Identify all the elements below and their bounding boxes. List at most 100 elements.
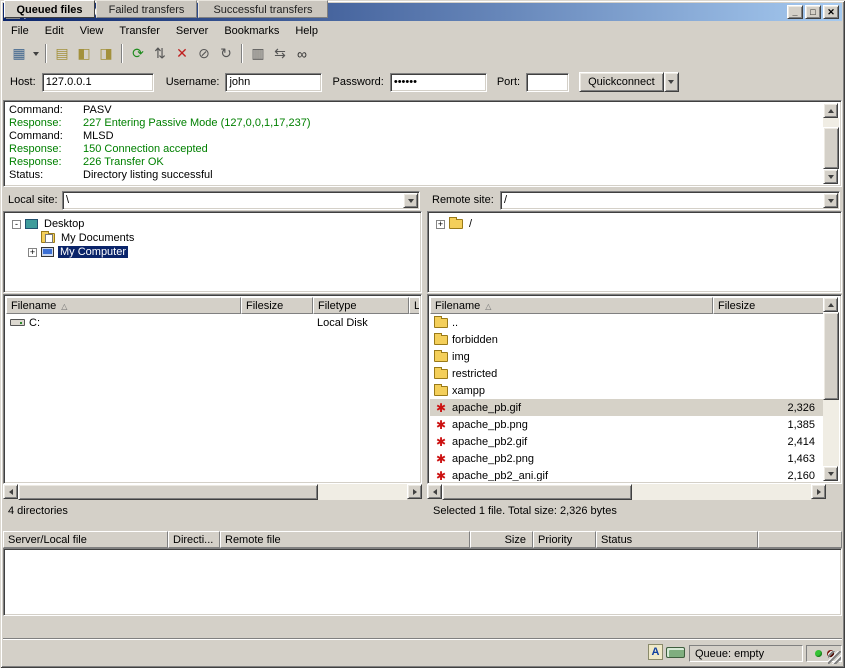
queue-column-server-local-file[interactable]: Server/Local file bbox=[3, 531, 168, 548]
column-header-last-modified[interactable]: L bbox=[409, 297, 419, 314]
directory-comparison-button[interactable]: ▥ bbox=[247, 43, 269, 65]
image-file-icon: ✱ bbox=[434, 419, 448, 431]
site-manager-dropdown-button[interactable] bbox=[30, 43, 41, 65]
tree-item-label: My Computer bbox=[58, 246, 128, 258]
menu-transfer[interactable]: Transfer bbox=[111, 22, 168, 40]
toggle-queue-button[interactable]: ◨ bbox=[95, 43, 117, 65]
remote-site-combo[interactable]: / bbox=[500, 191, 840, 210]
remote-list-hscrollbar[interactable] bbox=[427, 484, 826, 500]
disconnect-button[interactable]: ⊘ bbox=[193, 43, 215, 65]
collapse-icon[interactable]: - bbox=[12, 220, 21, 229]
scroll-down-button[interactable] bbox=[823, 466, 838, 481]
username-input[interactable] bbox=[225, 73, 322, 92]
tree-item-my-computer[interactable]: + My Computer bbox=[6, 245, 419, 259]
file-row-selected[interactable]: ✱apache_pb.gif2,326 bbox=[430, 399, 825, 416]
tree-item-label: / bbox=[467, 218, 474, 230]
image-file-icon: ✱ bbox=[434, 453, 448, 465]
menu-edit[interactable]: Edit bbox=[37, 22, 72, 40]
menu-view[interactable]: View bbox=[72, 22, 112, 40]
menu-bookmarks[interactable]: Bookmarks bbox=[216, 22, 287, 40]
scrollbar-thumb[interactable] bbox=[442, 484, 632, 500]
scroll-left-button[interactable] bbox=[427, 484, 442, 499]
folder-icon bbox=[434, 335, 448, 345]
file-row[interactable]: .. bbox=[430, 314, 825, 331]
remote-site-dropdown-button[interactable] bbox=[823, 193, 838, 208]
queue-column-direction[interactable]: Directi... bbox=[168, 531, 220, 548]
expand-icon[interactable]: + bbox=[28, 248, 37, 257]
cancel-button[interactable]: ✕ bbox=[171, 43, 193, 65]
file-size: 2,414 bbox=[713, 436, 819, 448]
log-scrollbar[interactable] bbox=[823, 103, 839, 184]
file-row[interactable]: forbidden bbox=[430, 331, 825, 348]
file-row[interactable]: C: Local Disk bbox=[6, 314, 419, 331]
file-row[interactable]: ✱apache_pb2.gif2,414 bbox=[430, 433, 825, 450]
scrollbar-thumb[interactable] bbox=[823, 312, 839, 400]
filezilla-window: Fz john@127.0.0.1 - FileZilla _ □ ✕ File… bbox=[0, 0, 845, 668]
tab-queued-files[interactable]: Queued files bbox=[4, 0, 95, 18]
host-input[interactable] bbox=[42, 73, 154, 92]
scroll-left-button[interactable] bbox=[3, 484, 18, 499]
column-header-filesize[interactable]: Filesize bbox=[241, 297, 313, 314]
menu-file[interactable]: File bbox=[3, 22, 37, 40]
menu-help[interactable]: Help bbox=[287, 22, 326, 40]
password-input[interactable] bbox=[390, 73, 487, 92]
transfer-type-indicator-icon[interactable]: A bbox=[648, 644, 663, 660]
port-input[interactable] bbox=[526, 73, 569, 92]
toggle-tree-views-button[interactable]: ◧ bbox=[73, 43, 95, 65]
scroll-up-button[interactable] bbox=[823, 103, 838, 118]
tree-item-my-documents[interactable]: My Documents bbox=[6, 231, 419, 245]
scroll-right-button[interactable] bbox=[811, 484, 826, 499]
file-row[interactable]: ✱apache_pb2.png1,463 bbox=[430, 450, 825, 467]
refresh-button[interactable]: ⟳ bbox=[127, 43, 149, 65]
queue-column-remote-file[interactable]: Remote file bbox=[220, 531, 470, 548]
local-site-dropdown-button[interactable] bbox=[403, 193, 418, 208]
queue-column-status[interactable]: Status bbox=[596, 531, 758, 548]
process-queue-icon: ⇅ bbox=[154, 45, 166, 62]
tab-successful-transfers[interactable]: Successful transfers bbox=[198, 0, 328, 18]
reconnect-button[interactable]: ↻ bbox=[215, 43, 237, 65]
tab-failed-transfers[interactable]: Failed transfers bbox=[96, 0, 197, 18]
scrollbar-thumb[interactable] bbox=[18, 484, 318, 500]
site-manager-button[interactable]: ▦ bbox=[8, 43, 30, 65]
maximize-button[interactable]: □ bbox=[805, 5, 821, 19]
column-header-filetype[interactable]: Filetype bbox=[313, 297, 409, 314]
column-header-filesize[interactable]: Filesize bbox=[713, 297, 825, 314]
column-header-filename[interactable]: Filename△ bbox=[6, 297, 241, 314]
file-row[interactable]: xampp bbox=[430, 382, 825, 399]
minimize-button[interactable]: _ bbox=[787, 5, 803, 19]
resize-grip[interactable] bbox=[828, 651, 841, 664]
remote-list-scrollbar[interactable] bbox=[823, 297, 839, 481]
file-row[interactable]: ✱apache_pb2_ani.gif2,160 bbox=[430, 467, 825, 481]
reconnect-icon: ↻ bbox=[220, 45, 232, 62]
file-row[interactable]: ✱apache_pb.png1,385 bbox=[430, 416, 825, 433]
expand-icon[interactable]: + bbox=[436, 220, 445, 229]
quickconnect-dropdown-button[interactable] bbox=[664, 72, 679, 92]
folder-icon bbox=[449, 219, 463, 229]
scroll-right-button[interactable] bbox=[407, 484, 422, 499]
column-header-filename[interactable]: Filename△ bbox=[430, 297, 713, 314]
file-size: 1,385 bbox=[713, 419, 819, 431]
process-queue-button[interactable]: ⇅ bbox=[149, 43, 171, 65]
tree-item-root[interactable]: + / bbox=[430, 217, 839, 231]
message-log: Command:PASV Response:227 Entering Passi… bbox=[3, 100, 842, 187]
cancel-icon: ✕ bbox=[176, 45, 188, 62]
file-row[interactable]: restricted bbox=[430, 365, 825, 382]
image-file-icon: ✱ bbox=[434, 436, 448, 448]
close-button[interactable]: ✕ bbox=[823, 5, 839, 19]
find-files-button[interactable]: ∞ bbox=[291, 43, 313, 65]
local-list-hscrollbar[interactable] bbox=[3, 484, 422, 500]
queue-column-size[interactable]: Size bbox=[470, 531, 533, 548]
quickconnect-button[interactable]: Quickconnect bbox=[579, 72, 664, 92]
toggle-message-log-button[interactable]: ▤ bbox=[51, 43, 73, 65]
scroll-down-button[interactable] bbox=[823, 169, 838, 184]
menu-server[interactable]: Server bbox=[168, 22, 216, 40]
speed-limits-icon[interactable] bbox=[666, 647, 685, 658]
scroll-up-button[interactable] bbox=[823, 297, 838, 312]
queue-column-priority[interactable]: Priority bbox=[533, 531, 596, 548]
tree-item-desktop[interactable]: - Desktop bbox=[6, 217, 419, 231]
file-row[interactable]: img bbox=[430, 348, 825, 365]
scrollbar-thumb[interactable] bbox=[823, 127, 839, 169]
local-site-combo[interactable]: \ bbox=[62, 191, 420, 210]
folder-icon bbox=[434, 369, 448, 379]
synchronized-browsing-button[interactable]: ⇆ bbox=[269, 43, 291, 65]
